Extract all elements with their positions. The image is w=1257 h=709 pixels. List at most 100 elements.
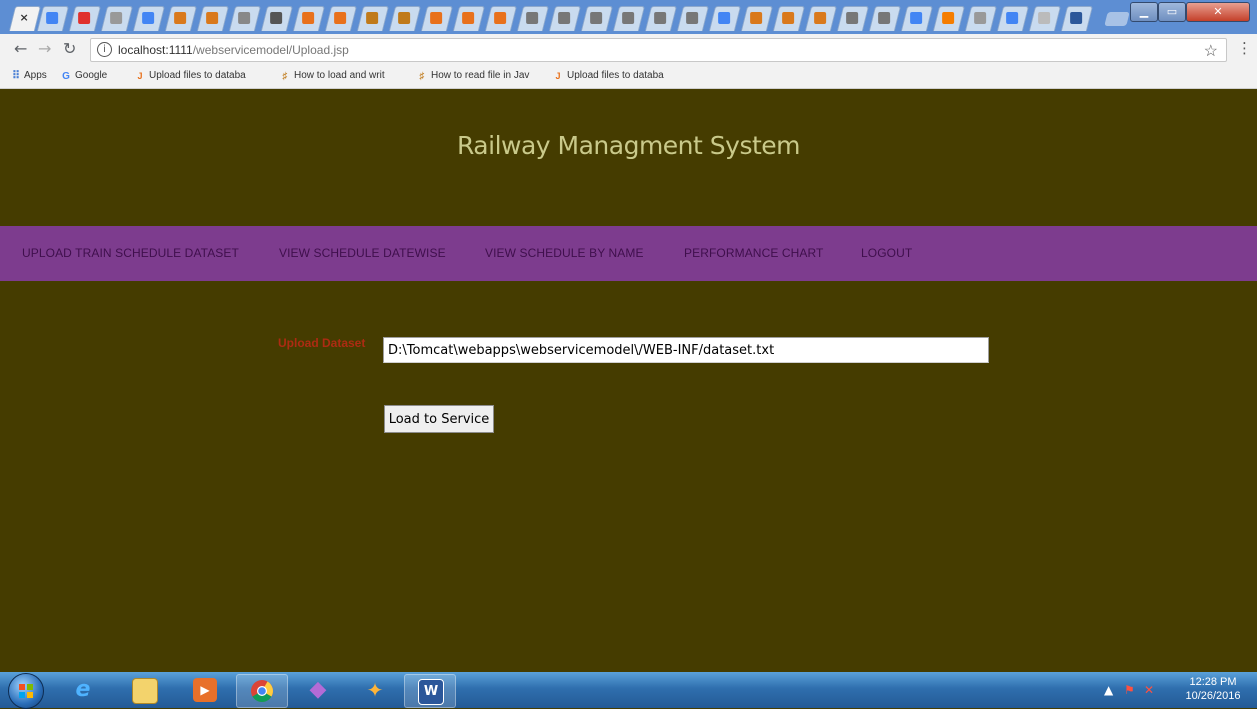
- browser-tab[interactable]: [964, 6, 998, 31]
- chrome-icon: [251, 680, 273, 702]
- bookmark-google[interactable]: G Google: [61, 70, 107, 82]
- browser-tab[interactable]: [836, 6, 870, 31]
- browser-tab[interactable]: [1060, 6, 1094, 31]
- tab-close-icon[interactable]: ×: [18, 11, 30, 24]
- browser-tab[interactable]: [260, 6, 294, 31]
- browser-menu-icon[interactable]: ⋮: [1237, 39, 1252, 57]
- site-info-icon[interactable]: i: [97, 42, 112, 57]
- url-text: localhost:1111/webservicemodel/Upload.js…: [118, 43, 349, 57]
- close-window-icon[interactable]: ✕: [1186, 2, 1250, 22]
- browser-tab[interactable]: [580, 6, 614, 31]
- browser-tab[interactable]: [644, 6, 678, 31]
- browser-tab[interactable]: [516, 6, 550, 31]
- nav-view-schedule-by-name[interactable]: VIEW SCHEDULE BY NAME: [485, 246, 644, 260]
- start-button[interactable]: [8, 673, 44, 709]
- bookmark-label: Apps: [24, 70, 47, 81]
- windows-taskbar: e ▶ ◆ ✦ W ▲ ⚑ ✕ 12:28 PM 10/26/2016: [0, 672, 1257, 709]
- browser-tab[interactable]: [132, 6, 166, 31]
- bookmark-upload-files-2[interactable]: J Upload files to databa: [553, 70, 663, 81]
- google-icon: [910, 12, 923, 24]
- dolphin-app-icon: ◆: [309, 677, 327, 702]
- internet-explorer-icon: e: [75, 677, 91, 702]
- taskbar-chrome[interactable]: [236, 674, 288, 708]
- forward-arrow-icon[interactable]: →: [38, 39, 51, 58]
- taskbar-app-purple[interactable]: ◆: [293, 674, 343, 706]
- restore-window-icon[interactable]: ▭: [1158, 2, 1186, 22]
- howto-icon: [398, 12, 411, 24]
- apps-icon: ⠿: [11, 70, 20, 82]
- bookmark-apps[interactable]: ⠿ Apps: [10, 70, 47, 82]
- load-to-service-button[interactable]: Load to Service: [384, 405, 494, 433]
- new-tab-button[interactable]: [1104, 12, 1130, 26]
- browser-tab[interactable]: [324, 6, 358, 31]
- nav-performance-chart[interactable]: PERFORMANCE CHART: [684, 246, 824, 260]
- action-center-flag-icon[interactable]: ⚑: [1124, 683, 1135, 697]
- browser-tab[interactable]: [388, 6, 422, 31]
- windows-logo-icon: [19, 684, 33, 698]
- browser-tab[interactable]: [676, 6, 710, 31]
- nav-upload-train-schedule[interactable]: UPLOAD TRAIN SCHEDULE DATASET: [22, 246, 239, 260]
- browser-tab[interactable]: [228, 6, 262, 31]
- bookmark-how-to-read[interactable]: ♯ How to read file in Jav: [417, 70, 530, 82]
- upload-dataset-label: Upload Dataset: [278, 336, 366, 350]
- java-icon: [750, 12, 763, 24]
- browser-tab[interactable]: [612, 6, 646, 31]
- browser-tab[interactable]: [452, 6, 486, 31]
- folder-icon: [132, 678, 158, 704]
- google-icon: [46, 12, 59, 24]
- browser-tab[interactable]: [740, 6, 774, 31]
- taskbar-word[interactable]: W: [404, 674, 456, 708]
- google-icon: [718, 12, 731, 24]
- javatpoint-icon: [462, 12, 475, 24]
- javatpoint-icon: J: [555, 71, 561, 81]
- blogger-icon: [942, 12, 955, 24]
- clock-time: 12:28 PM: [1189, 676, 1237, 688]
- browser-tab[interactable]: [292, 6, 326, 31]
- nav-view-schedule-datewise[interactable]: VIEW SCHEDULE DATEWISE: [279, 246, 446, 260]
- browser-tab[interactable]: [996, 6, 1030, 31]
- volume-muted-icon[interactable]: ✕: [1144, 683, 1154, 697]
- nav-logout[interactable]: LOGOUT: [861, 246, 912, 260]
- browser-tab[interactable]: [36, 6, 70, 31]
- back-arrow-icon[interactable]: ←: [14, 39, 27, 58]
- bookmark-star-icon[interactable]: ☆: [1204, 41, 1218, 61]
- browser-tab[interactable]: [1028, 6, 1062, 31]
- browser-tab[interactable]: [900, 6, 934, 31]
- minimize-window-icon[interactable]: ▁: [1130, 2, 1158, 22]
- browser-tab[interactable]: [708, 6, 742, 31]
- browser-tab[interactable]: [932, 6, 966, 31]
- browser-tab[interactable]: [196, 6, 230, 31]
- reload-icon[interactable]: ↻: [63, 39, 76, 58]
- browser-tab[interactable]: [100, 6, 134, 31]
- chat-icon: [974, 12, 987, 24]
- browser-tab[interactable]: [420, 6, 454, 31]
- javatpoint-icon: J: [137, 71, 143, 81]
- javatpoint-icon: [302, 12, 315, 24]
- show-hidden-icons-icon[interactable]: ▲: [1104, 683, 1113, 697]
- browser-tab[interactable]: [868, 6, 902, 31]
- browser-tab[interactable]: [68, 6, 102, 31]
- taskbar-internet-explorer[interactable]: e: [58, 674, 108, 706]
- taskbar-media-player[interactable]: ▶: [180, 674, 230, 706]
- taskbar-file-explorer[interactable]: [119, 674, 169, 706]
- browser-tab[interactable]: [804, 6, 838, 31]
- browser-tab-active[interactable]: ×: [8, 6, 42, 31]
- howto-icon: [366, 12, 379, 24]
- bookmark-how-to-load[interactable]: ♯ How to load and writ: [280, 70, 385, 82]
- javatpoint-icon: [430, 12, 443, 24]
- dataset-path-input[interactable]: [383, 337, 989, 363]
- browser-tab[interactable]: [484, 6, 518, 31]
- browser-tab[interactable]: [164, 6, 198, 31]
- taskbar-clock[interactable]: 12:28 PM 10/26/2016: [1183, 675, 1243, 703]
- browser-tab[interactable]: [356, 6, 390, 31]
- word-icon: [1070, 12, 1083, 24]
- url-path: /webservicemodel/Upload.jsp: [192, 43, 349, 57]
- taskbar-netbeans[interactable]: ✦: [350, 674, 400, 706]
- browser-tab[interactable]: [548, 6, 582, 31]
- url-field[interactable]: i localhost:1111/webservicemodel/Upload.…: [90, 38, 1227, 62]
- loading-icon: [1038, 12, 1051, 24]
- page-icon: [622, 12, 635, 24]
- browser-tab[interactable]: [772, 6, 806, 31]
- java-icon: [206, 12, 219, 24]
- bookmark-upload-files-1[interactable]: J Upload files to databa: [135, 70, 245, 81]
